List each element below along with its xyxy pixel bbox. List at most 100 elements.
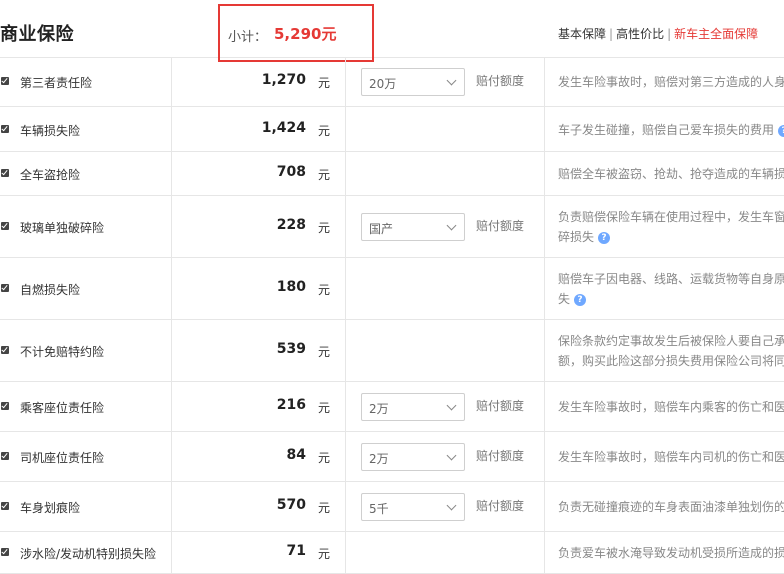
description-line: 赔偿车子因电器、线路、运载货物等自身原 [558, 269, 784, 289]
insurance-price: 71 [286, 543, 306, 559]
insurance-description: 发生车险事故时，赔偿对第三方造成的人身 [558, 72, 784, 92]
chevron-down-icon [446, 450, 457, 461]
coverage-select[interactable]: 2万 [361, 443, 465, 471]
insurance-checkbox[interactable] [1, 346, 9, 354]
table-row: 车身划痕险 570 元 5千 赔付额度 负责无碰撞痕迹的车身表面油漆单独划伤的 [0, 482, 784, 532]
insurance-description: 赔偿车子因电器、线路、运载货物等自身原失? [558, 269, 784, 309]
description-text: 额，购买此险这部分损失费用保险公司将同 [558, 354, 784, 368]
insurance-price: 1,424 [261, 120, 306, 136]
description-line: 赔偿全车被盗窃、抢劫、抢夺造成的车辆损 [558, 164, 784, 184]
insurance-checkbox[interactable] [1, 502, 9, 510]
price-unit: 元 [318, 501, 331, 515]
description-line: 车子发生碰撞，赔偿自己爱车损失的费用? [558, 120, 784, 140]
insurance-description: 赔偿全车被盗窃、抢劫、抢夺造成的车辆损 [558, 164, 784, 184]
plan-links: 基本保障 | 高性价比 | 新车主全面保障 [558, 25, 758, 42]
insurance-description: 发生车险事故时，赔偿车内乘客的伤亡和医 [558, 397, 784, 417]
insurance-checkbox[interactable] [1, 222, 9, 230]
table-row: 全车盗抢险 708 元 赔偿全车被盗窃、抢劫、抢夺造成的车辆损 [0, 152, 784, 196]
insurance-description: 负责赔偿保险车辆在使用过程中，发生车窗 碎损失? [558, 207, 784, 247]
chevron-down-icon [446, 500, 457, 511]
description-text: 发生车险事故时，赔偿车内司机的伤亡和医 [558, 450, 784, 464]
description-line: 发生车险事故时，赔偿车内司机的伤亡和医 [558, 447, 784, 467]
insurance-checkbox[interactable] [1, 125, 9, 133]
description-text: 碎损失 [558, 230, 595, 244]
description-line: 碎损失? [558, 227, 784, 247]
link-separator: | [667, 27, 672, 41]
help-icon[interactable]: ? [574, 293, 587, 306]
section-header: 商业保险 小计： 5,290元 基本保障 | 高性价比 | 新车主全面保障 [0, 0, 784, 62]
help-icon[interactable]: ? [598, 231, 611, 244]
insurance-checkbox[interactable] [1, 548, 9, 556]
help-icon[interactable]: ? [778, 124, 784, 137]
description-text: 负责爱车被水淹导致发动机受损所造成的损 [558, 546, 784, 560]
insurance-name: 涉水险/发动机特别损失险 [20, 547, 157, 561]
insurance-checkbox[interactable] [1, 402, 9, 410]
coverage-select-value: 20万 [369, 77, 397, 91]
insurance-price: 539 [276, 341, 306, 357]
coverage-select-value: 5千 [369, 502, 389, 516]
coverage-select[interactable]: 国产 [361, 213, 465, 241]
description-text: 车子发生碰撞，赔偿自己爱车损失的费用 [558, 123, 775, 137]
coverage-select-value: 2万 [369, 402, 389, 416]
plan-link-full[interactable]: 新车主全面保障 [674, 27, 758, 41]
insurance-description: 负责爱车被水淹导致发动机受损所造成的损 [558, 543, 784, 563]
price-unit: 元 [318, 76, 331, 90]
description-text: 负责无碰撞痕迹的车身表面油漆单独划伤的 [558, 500, 784, 514]
description-text: 失 [558, 292, 571, 306]
description-text: 负责赔偿保险车辆在使用过程中，发生车窗 [558, 210, 784, 224]
price-unit: 元 [318, 401, 331, 415]
description-text: 发生车险事故时，赔偿车内乘客的伤亡和医 [558, 400, 784, 414]
insurance-price: 1,270 [261, 72, 306, 88]
coverage-select[interactable]: 5千 [361, 493, 465, 521]
description-text: 保险条款约定事故发生后被保险人要自己承 [558, 334, 784, 348]
section-title: 商业保险 [0, 24, 74, 45]
description-line: 保险条款约定事故发生后被保险人要自己承 [558, 331, 784, 351]
coverage-select-value: 国产 [369, 222, 394, 236]
subtotal-value: 5,290元 [274, 25, 337, 43]
price-unit: 元 [318, 451, 331, 465]
description-line: 发生车险事故时，赔偿车内乘客的伤亡和医 [558, 397, 784, 417]
plan-link-value[interactable]: 高性价比 [616, 27, 664, 41]
description-text: 赔偿全车被盗窃、抢劫、抢夺造成的车辆损 [558, 167, 784, 181]
description-line: 失? [558, 289, 784, 309]
insurance-description: 保险条款约定事故发生后被保险人要自己承 额，购买此险这部分损失费用保险公司将同 [558, 331, 784, 371]
table-row: 玻璃单独破碎险 228 元 国产 赔付额度 负责赔偿保险车辆在使用过程中，发生车窗 碎损… [0, 196, 784, 258]
price-unit: 元 [318, 283, 331, 297]
insurance-name: 自燃损失险 [20, 283, 81, 297]
chevron-down-icon [446, 75, 457, 86]
link-separator: | [609, 27, 614, 41]
insurance-name: 车辆损失险 [20, 124, 81, 138]
description-line: 额，购买此险这部分损失费用保险公司将同 [558, 351, 784, 371]
insurance-price: 84 [286, 447, 306, 463]
insurance-name: 玻璃单独破碎险 [20, 221, 105, 235]
insurance-checkbox[interactable] [1, 77, 9, 85]
insurance-name: 不计免赔特约险 [20, 345, 105, 359]
insurance-checkbox[interactable] [1, 452, 9, 460]
payout-label: 赔付额度 [476, 499, 525, 513]
coverage-select[interactable]: 20万 [361, 68, 465, 96]
table-row: 不计免赔特约险 539 元 保险条款约定事故发生后被保险人要自己承 额，购买此险这部分损… [0, 320, 784, 382]
insurance-price: 708 [276, 164, 306, 180]
price-unit: 元 [318, 221, 331, 235]
insurance-name: 乘客座位责任险 [20, 401, 105, 415]
payout-label: 赔付额度 [476, 399, 525, 413]
description-text: 发生车险事故时，赔偿对第三方造成的人身 [558, 75, 784, 89]
payout-label: 赔付额度 [476, 449, 525, 463]
insurance-checkbox[interactable] [1, 169, 9, 177]
table-row: 司机座位责任险 84 元 2万 赔付额度 发生车险事故时，赔偿车内司机的伤亡和医 [0, 432, 784, 482]
insurance-price: 216 [276, 397, 306, 413]
insurance-price: 180 [276, 279, 306, 295]
insurance-description: 发生车险事故时，赔偿车内司机的伤亡和医 [558, 447, 784, 467]
chevron-down-icon [446, 220, 457, 231]
payout-label: 赔付额度 [476, 74, 525, 88]
plan-link-basic[interactable]: 基本保障 [558, 27, 606, 41]
insurance-price: 570 [276, 497, 306, 513]
coverage-select[interactable]: 2万 [361, 393, 465, 421]
table-row: 自燃损失险 180 元 赔偿车子因电器、线路、运载货物等自身原失? [0, 258, 784, 320]
insurance-description: 车子发生碰撞，赔偿自己爱车损失的费用? [558, 120, 784, 140]
insurance-checkbox[interactable] [1, 284, 9, 292]
description-line: 发生车险事故时，赔偿对第三方造成的人身 [558, 72, 784, 92]
price-unit: 元 [318, 547, 331, 561]
description-line: 负责爱车被水淹导致发动机受损所造成的损 [558, 543, 784, 563]
insurance-name: 司机座位责任险 [20, 451, 105, 465]
